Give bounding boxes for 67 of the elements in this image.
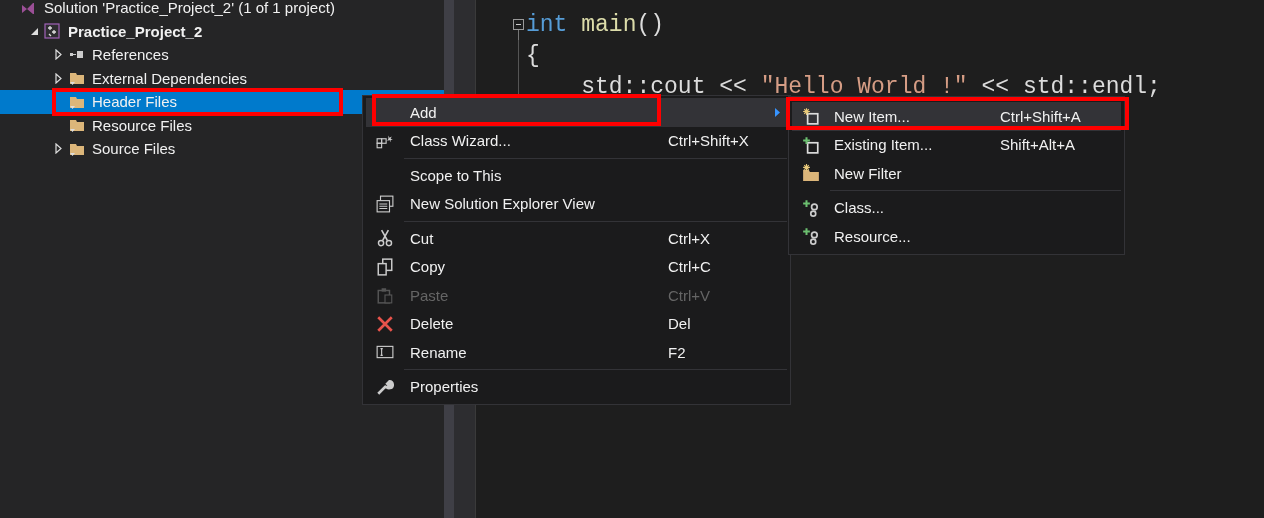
menu-label: Paste xyxy=(410,286,449,304)
menu-label: Class Wizard... xyxy=(410,132,511,150)
clipboard-icon xyxy=(376,286,394,305)
expand-arrow-icon[interactable] xyxy=(54,143,62,155)
collapse-arrow-icon[interactable] xyxy=(29,26,39,36)
menu-item[interactable]: Cut Ctrl+X xyxy=(366,224,787,253)
expand-arrow-icon[interactable] xyxy=(54,49,62,61)
tree-item-label: Practice_Project_2 xyxy=(68,22,203,40)
tree-item-label: External Dependencies xyxy=(92,69,248,87)
tree-item[interactable]: Solution 'Practice_Project_2' (1 of 1 project) xyxy=(0,0,444,20)
menu-item[interactable]: Existing Item... Shift+Alt+A xyxy=(792,130,1121,159)
add-resource-icon xyxy=(802,227,820,246)
new-folder-icon xyxy=(802,164,820,183)
add-item-icon xyxy=(802,135,820,154)
scissors-icon xyxy=(376,229,394,248)
delete-icon xyxy=(376,314,394,333)
menu-item[interactable]: Rename F2 xyxy=(366,338,787,367)
tree-item-label: Source Files xyxy=(92,140,176,158)
code-line: int main() xyxy=(526,11,665,38)
project-icon xyxy=(44,23,60,40)
tree-item-label: Solution 'Practice_Project_2' (1 of 1 project) xyxy=(44,0,335,17)
menu-item[interactable]: Class... xyxy=(792,193,1121,222)
menu-label: New Filter xyxy=(834,164,902,182)
expand-arrow-icon[interactable] xyxy=(54,72,62,84)
menu-item[interactable]: Properties xyxy=(366,372,787,401)
solution-icon xyxy=(20,0,36,16)
copy-icon xyxy=(376,257,394,276)
shortcut-label: Ctrl+X xyxy=(668,229,711,247)
shortcut-label: Ctrl+Shift+X xyxy=(668,132,749,150)
menu-item[interactable]: Copy Ctrl+C xyxy=(366,252,787,281)
folder-icon xyxy=(68,70,86,87)
menu-label: Class... xyxy=(834,199,884,217)
menu-label: Cut xyxy=(410,229,434,247)
menu-item[interactable]: Class Wizard... Ctrl+Shift+X xyxy=(366,126,787,155)
new-item-icon xyxy=(802,107,820,126)
menu-label: Scope to This xyxy=(410,166,502,184)
folder-icon xyxy=(68,117,86,134)
menu-item[interactable]: Delete Del xyxy=(366,309,787,338)
tree-item-label: Resource Files xyxy=(92,116,193,134)
menu-item[interactable]: New Solution Explorer View xyxy=(366,189,787,218)
tree-item-label: Header Files xyxy=(92,93,178,111)
shortcut-label: Ctrl+V xyxy=(668,286,711,304)
add-class-icon xyxy=(802,198,820,217)
menu-item[interactable]: Scope to This xyxy=(366,161,787,190)
menu-label: Properties xyxy=(410,378,479,396)
tree-item[interactable]: Practice_Project_2 xyxy=(0,19,444,43)
shortcut-label: Ctrl+C xyxy=(668,258,711,276)
code-line: { xyxy=(526,42,540,69)
menu-item[interactable]: New Filter xyxy=(792,159,1121,188)
tree-item[interactable]: References xyxy=(0,43,444,67)
menu-label: Rename xyxy=(410,343,467,361)
menu-item[interactable]: Resource... xyxy=(792,222,1121,251)
shortcut-label: Shift+Alt+A xyxy=(1000,136,1076,154)
menu-label: New Solution Explorer View xyxy=(410,195,595,213)
menu-label: Resource... xyxy=(834,227,911,245)
menu-label: New Item... xyxy=(834,107,910,125)
wrench-icon xyxy=(376,377,394,396)
shortcut-label: F2 xyxy=(668,343,686,361)
window-list-icon xyxy=(376,194,394,213)
menu-label: Delete xyxy=(410,315,454,333)
tree-item-label: References xyxy=(92,46,169,64)
menu-label: Copy xyxy=(410,258,446,276)
menu-label: Existing Item... xyxy=(834,136,933,154)
shortcut-label: Ctrl+Shift+A xyxy=(1000,107,1081,125)
code-line: std::cout << "Hello World !" << std::endl; xyxy=(580,73,1161,100)
tree-item[interactable]: External Dependencies xyxy=(0,66,444,90)
shortcut-label: Del xyxy=(668,315,691,333)
